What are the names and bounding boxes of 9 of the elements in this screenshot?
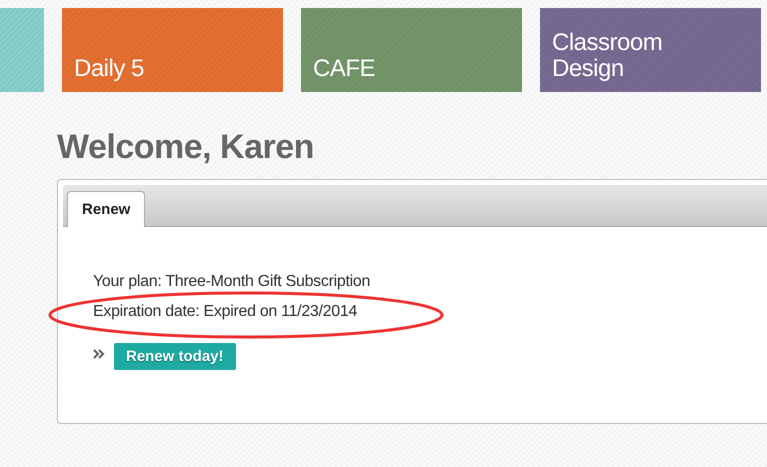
- welcome-heading: Welcome, Karen: [57, 128, 315, 167]
- category-tile[interactable]: Daily 5: [62, 8, 283, 92]
- category-tile[interactable]: CAFE: [301, 8, 522, 92]
- double-chevron-icon: [93, 348, 105, 358]
- expiration-text: Expiration date: Expired on 11/23/2014: [93, 302, 358, 322]
- renew-tab[interactable]: Renew: [67, 191, 146, 227]
- category-tile[interactable]: Classroom Design: [540, 8, 761, 92]
- plan-text: Your plan: Three-Month Gift Subscription: [93, 272, 372, 292]
- renew-button[interactable]: Renew today!: [114, 343, 236, 370]
